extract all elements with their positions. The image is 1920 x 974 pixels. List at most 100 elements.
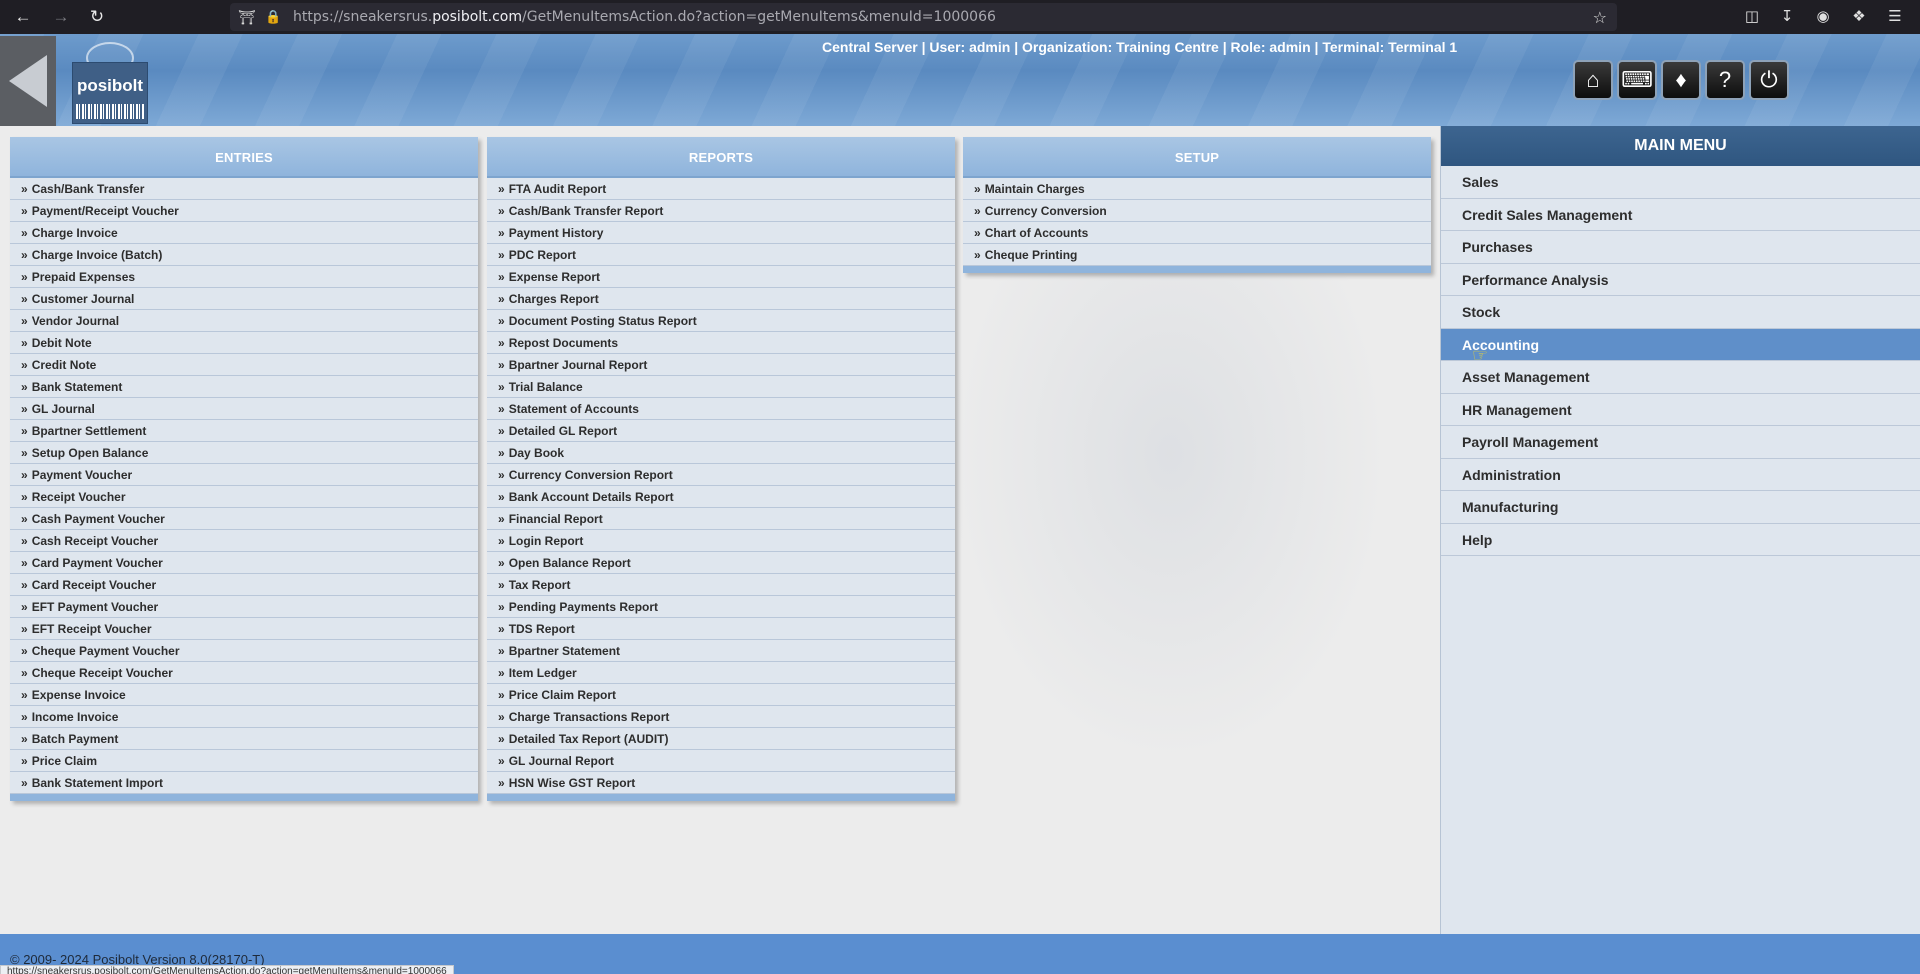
setup-item-currency-conversion[interactable]: » Currency Conversion <box>963 200 1431 222</box>
hand-cursor-icon: ☞ <box>1472 345 1489 365</box>
entries-item-cheque-payment-voucher[interactable]: » Cheque Payment Voucher <box>10 640 478 662</box>
reports-item-label: GL Journal Report <box>508 754 614 768</box>
entries-item-batch-payment[interactable]: » Batch Payment <box>10 728 478 750</box>
setup-item-cheque-printing[interactable]: » Cheque Printing <box>963 244 1431 266</box>
main-menu-item-sales[interactable]: Sales <box>1441 166 1920 199</box>
bullet-icon: » <box>974 182 981 196</box>
url-text[interactable]: https://sneakersrus.posibolt.com/GetMenu… <box>293 9 996 25</box>
reports-item-detailed-gl-report[interactable]: » Detailed GL Report <box>487 420 955 442</box>
main-menu-item-purchases[interactable]: Purchases <box>1441 231 1920 264</box>
entries-item-credit-note[interactable]: » Credit Note <box>10 354 478 376</box>
entries-item-debit-note[interactable]: » Debit Note <box>10 332 478 354</box>
reports-item-item-ledger[interactable]: » Item Ledger <box>487 662 955 684</box>
entries-item-bank-statement-import[interactable]: » Bank Statement Import <box>10 772 478 794</box>
entries-item-receipt-voucher[interactable]: » Receipt Voucher <box>10 486 478 508</box>
reports-item-bank-account-details-report[interactable]: » Bank Account Details Report <box>487 486 955 508</box>
main-menu-item-credit-sales-management[interactable]: Credit Sales Management <box>1441 199 1920 231</box>
reports-item-financial-report[interactable]: » Financial Report <box>487 508 955 530</box>
entries-item-label: Cash Receipt Voucher <box>31 534 159 548</box>
main-menu-item-administration[interactable]: Administration <box>1441 459 1920 491</box>
entries-item-card-payment-voucher[interactable]: » Card Payment Voucher <box>10 552 478 574</box>
entries-item-setup-open-balance[interactable]: » Setup Open Balance <box>10 442 478 464</box>
reports-item-payment-history[interactable]: » Payment History <box>487 222 955 244</box>
entries-item-cheque-receipt-voucher[interactable]: » Cheque Receipt Voucher <box>10 662 478 684</box>
handshake-icon[interactable]: ♦ <box>1661 60 1701 100</box>
extensions-icon[interactable]: ❖ <box>1849 7 1869 27</box>
posibolt-logo[interactable]: posibolt <box>72 42 148 124</box>
account-icon[interactable]: ◉ <box>1813 7 1833 27</box>
reports-item-charge-transactions-report[interactable]: » Charge Transactions Report <box>487 706 955 728</box>
entries-item-payment-voucher[interactable]: » Payment Voucher <box>10 464 478 486</box>
menu-icon[interactable]: ☰ <box>1885 7 1905 27</box>
reports-item-tds-report[interactable]: » TDS Report <box>487 618 955 640</box>
forward-icon[interactable]: → <box>50 6 72 28</box>
pocket-icon[interactable]: ◫ <box>1742 7 1762 27</box>
url-bar[interactable]: ⛩ 🔒 https://sneakersrus.posibolt.com/Get… <box>230 3 1617 31</box>
reports-item-cash-bank-transfer-report[interactable]: » Cash/Bank Transfer Report <box>487 200 955 222</box>
main-menu-item-hr-management[interactable]: HR Management <box>1441 394 1920 426</box>
entries-item-charge-invoice-batch[interactable]: » Charge Invoice (Batch) <box>10 244 478 266</box>
entries-item-eft-payment-voucher[interactable]: » EFT Payment Voucher <box>10 596 478 618</box>
bullet-icon: » <box>21 732 28 746</box>
entries-item-cash-bank-transfer[interactable]: » Cash/Bank Transfer <box>10 178 478 200</box>
keyboard-icon[interactable]: ⌨ <box>1617 60 1657 100</box>
entries-item-gl-journal[interactable]: » GL Journal <box>10 398 478 420</box>
reports-item-day-book[interactable]: » Day Book <box>487 442 955 464</box>
setup-item-chart-of-accounts[interactable]: » Chart of Accounts <box>963 222 1431 244</box>
reports-item-charges-report[interactable]: » Charges Report <box>487 288 955 310</box>
reports-item-currency-conversion-report[interactable]: » Currency Conversion Report <box>487 464 955 486</box>
entries-item-charge-invoice[interactable]: » Charge Invoice <box>10 222 478 244</box>
main-menu-item-asset-management[interactable]: Asset Management <box>1441 361 1920 394</box>
setup-item-maintain-charges[interactable]: » Maintain Charges <box>963 178 1431 200</box>
reports-item-gl-journal-report[interactable]: » GL Journal Report <box>487 750 955 772</box>
entries-item-label: EFT Receipt Voucher <box>31 622 152 636</box>
entries-item-expense-invoice[interactable]: » Expense Invoice <box>10 684 478 706</box>
entries-item-bank-statement[interactable]: » Bank Statement <box>10 376 478 398</box>
entries-item-customer-journal[interactable]: » Customer Journal <box>10 288 478 310</box>
home-icon[interactable]: ⌂ <box>1573 60 1613 100</box>
reports-item-pending-payments-report[interactable]: » Pending Payments Report <box>487 596 955 618</box>
entries-item-payment-receipt-voucher[interactable]: » Payment/Receipt Voucher <box>10 200 478 222</box>
reports-item-expense-report[interactable]: » Expense Report <box>487 266 955 288</box>
reports-item-hsn-wise-gst-report[interactable]: » HSN Wise GST Report <box>487 772 955 794</box>
entries-item-bpartner-settlement[interactable]: » Bpartner Settlement <box>10 420 478 442</box>
reports-item-tax-report[interactable]: » Tax Report <box>487 574 955 596</box>
reports-item-pdc-report[interactable]: » PDC Report <box>487 244 955 266</box>
entries-item-income-invoice[interactable]: » Income Invoice <box>10 706 478 728</box>
entries-item-vendor-journal[interactable]: » Vendor Journal <box>10 310 478 332</box>
entries-item-eft-receipt-voucher[interactable]: » EFT Receipt Voucher <box>10 618 478 640</box>
entries-item-cash-payment-voucher[interactable]: » Cash Payment Voucher <box>10 508 478 530</box>
main-menu-item-payroll-management[interactable]: Payroll Management <box>1441 426 1920 459</box>
bullet-icon: » <box>21 226 28 240</box>
download-icon[interactable]: ↧ <box>1777 7 1797 27</box>
entries-item-prepaid-expenses[interactable]: » Prepaid Expenses <box>10 266 478 288</box>
reports-item-price-claim-report[interactable]: » Price Claim Report <box>487 684 955 706</box>
reports-item-detailed-tax-report-audit[interactable]: » Detailed Tax Report (AUDIT) <box>487 728 955 750</box>
reports-item-login-report[interactable]: » Login Report <box>487 530 955 552</box>
main-menu-item-help[interactable]: Help <box>1441 524 1920 556</box>
entries-item-label: Income Invoice <box>31 710 119 724</box>
reports-item-bpartner-statement[interactable]: » Bpartner Statement <box>487 640 955 662</box>
back-icon[interactable]: ← <box>12 6 34 28</box>
power-icon[interactable]: ⏻ <box>1749 60 1789 100</box>
help-icon[interactable]: ? <box>1705 60 1745 100</box>
reports-item-open-balance-report[interactable]: » Open Balance Report <box>487 552 955 574</box>
reload-icon[interactable]: ↻ <box>86 6 108 28</box>
reports-item-trial-balance[interactable]: » Trial Balance <box>487 376 955 398</box>
main-menu-item-performance-analysis[interactable]: Performance Analysis <box>1441 264 1920 296</box>
lock-icon[interactable]: 🔒 <box>265 9 281 25</box>
reports-item-repost-documents[interactable]: » Repost Documents <box>487 332 955 354</box>
tracking-shield-icon[interactable]: ⛩ <box>238 9 256 25</box>
reports-item-bpartner-journal-report[interactable]: » Bpartner Journal Report <box>487 354 955 376</box>
bookmark-star-icon[interactable]: ☆ <box>1593 8 1607 28</box>
reports-item-document-posting-status-report[interactable]: » Document Posting Status Report <box>487 310 955 332</box>
reports-item-fta-audit-report[interactable]: » FTA Audit Report <box>487 178 955 200</box>
reports-item-statement-of-accounts[interactable]: » Statement of Accounts <box>487 398 955 420</box>
entries-item-price-claim[interactable]: » Price Claim <box>10 750 478 772</box>
entries-item-cash-receipt-voucher[interactable]: » Cash Receipt Voucher <box>10 530 478 552</box>
main-menu-item-stock[interactable]: Stock <box>1441 296 1920 329</box>
main-menu-item-accounting[interactable]: Accounting <box>1441 328 1920 361</box>
entries-item-card-receipt-voucher[interactable]: » Card Receipt Voucher <box>10 574 478 596</box>
back-arrow-button[interactable] <box>0 36 56 126</box>
main-menu-item-manufacturing[interactable]: Manufacturing <box>1441 491 1920 524</box>
